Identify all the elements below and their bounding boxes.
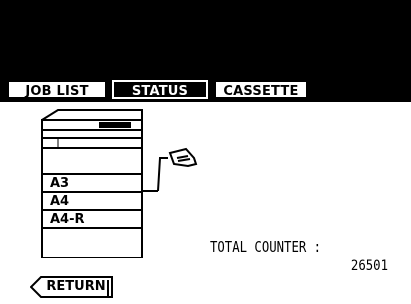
tab-status[interactable]: STATUS xyxy=(112,80,208,99)
return-button-label: RETURN xyxy=(46,279,106,294)
total-counter-value: 26501 xyxy=(350,258,388,274)
tray-label-a4: A4 xyxy=(50,194,70,209)
tab-cassette[interactable]: CASSETTE xyxy=(214,80,308,99)
tray-label-a4-r: A4-R xyxy=(50,212,85,227)
total-counter-label: TOTAL COUNTER : xyxy=(210,238,322,256)
tab-job-list[interactable]: JOB LIST xyxy=(7,80,107,99)
message-area xyxy=(0,0,411,80)
tray-label-a3: A3 xyxy=(50,176,70,191)
return-button[interactable]: RETURN xyxy=(30,276,114,298)
